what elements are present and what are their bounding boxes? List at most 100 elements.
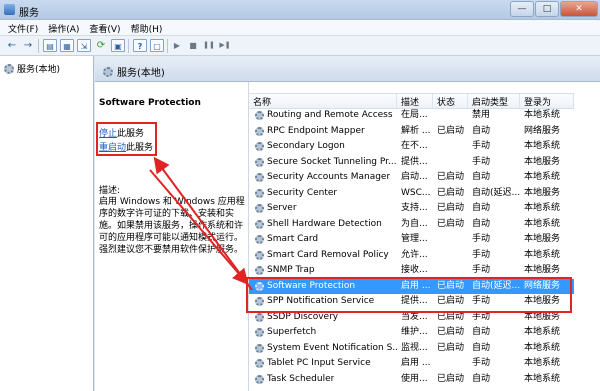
- table-row[interactable]: Routing and Remote Access 在局... 禁用 本地系统: [249, 108, 574, 124]
- stop-service-action: 停止此服务: [99, 126, 144, 139]
- show-console-tree-icon[interactable]: ▤: [43, 39, 57, 52]
- table-row[interactable]: Task Scheduler 使用... 已启动 自动 本地系统: [249, 372, 574, 388]
- pause-service-icon[interactable]: ❚❚: [202, 39, 216, 52]
- toolbar-separator: [167, 39, 168, 53]
- gear-icon: [255, 281, 264, 291]
- table-cell-status: [433, 232, 468, 248]
- service-name: Secure Socket Tunneling Pr...: [267, 156, 397, 167]
- service-name: Security Accounts Manager: [267, 172, 391, 182]
- table-cell-status: [433, 263, 468, 279]
- close-button[interactable]: ✕: [560, 1, 598, 17]
- table-cell-startup: 自动(延迟...: [472, 187, 520, 198]
- menu-bar: 文件(F) 操作(A) 查看(V) 帮助(H): [0, 20, 600, 36]
- table-row[interactable]: Security Accounts Manager 启动... 已启动 自动 本地系统: [249, 170, 574, 186]
- table-row[interactable]: Software Protection 启用 ... 已启动 自动(延迟... 网络服务: [249, 278, 574, 294]
- table-cell-logon: 本地系统: [524, 141, 561, 151]
- table-row[interactable]: Secure Socket Tunneling Pr... 提供... 手动 本地服务: [249, 155, 574, 171]
- service-name: Security Center: [267, 187, 338, 198]
- column-header: 名称 描述 状态 启动类型 登录为: [249, 93, 574, 109]
- stop-service-icon[interactable]: ■: [186, 39, 200, 52]
- table-cell-desc: 解析 ...: [401, 125, 431, 136]
- table-row[interactable]: Superfetch 维护... 已启动 自动 本地系统: [249, 325, 574, 341]
- gear-icon: [255, 328, 264, 338]
- properties-list-icon[interactable]: ▦: [60, 39, 74, 52]
- export-list-icon[interactable]: ⇲: [77, 39, 91, 52]
- refresh-icon[interactable]: ⟳: [94, 39, 108, 52]
- table-cell-startup: 禁用: [472, 110, 491, 120]
- gear-icon: [255, 250, 264, 260]
- table-row[interactable]: SSDP Discovery 当发... 已启动 手动 本地服务: [249, 310, 574, 326]
- window-controls: — □ ✕: [510, 1, 598, 17]
- back-arrow-icon[interactable]: ←: [5, 39, 19, 52]
- gear-icon: [255, 374, 264, 384]
- console-icon[interactable]: ▢: [150, 39, 164, 52]
- table-cell-startup: 自动: [472, 218, 491, 229]
- table-cell-desc: 当发...: [401, 311, 428, 322]
- pane-header: 服务(本地): [95, 56, 600, 82]
- table-cell-startup: 手动: [472, 249, 491, 260]
- table-cell-name: Smart Card: [249, 232, 397, 248]
- table-row[interactable]: Tablet PC Input Service 启用 ... 手动 本地系统: [249, 356, 574, 372]
- help-icon[interactable]: ?: [133, 39, 147, 52]
- menu-action[interactable]: 操作(A): [43, 20, 84, 35]
- table-row[interactable]: Smart Card 管理... 手动 本地服务: [249, 232, 574, 248]
- service-name: Tablet PC Input Service: [267, 358, 371, 368]
- start-service-icon[interactable]: ▶: [170, 39, 184, 52]
- table-cell-status: 已启动: [437, 125, 465, 136]
- service-name: Smart Card: [267, 234, 319, 244]
- table-row[interactable]: System Event Notification S... 监视... 已启动 自动…: [249, 341, 574, 357]
- minimize-button[interactable]: —: [510, 1, 534, 17]
- table-cell-logon: 本地系统: [524, 172, 561, 182]
- restart-service-icon[interactable]: ▶❚: [218, 39, 232, 52]
- table-row[interactable]: SNMP Trap 接收... 手动 本地服务: [249, 263, 574, 279]
- tree-item-services-local[interactable]: 服务(本地): [4, 62, 60, 75]
- window-title: 服务: [19, 8, 39, 19]
- description-pane: Software Protection 停止此服务 重启动此服务 描述: 启用 …: [95, 82, 248, 391]
- table-cell-name: Superfetch: [249, 325, 397, 341]
- table-cell-status: [433, 248, 468, 264]
- table-cell-startup: 自动: [472, 342, 491, 353]
- column-startup-type[interactable]: 启动类型: [468, 94, 520, 108]
- table-row[interactable]: Secondary Logon 在不... 手动 本地系统: [249, 139, 574, 155]
- maximize-button[interactable]: □: [535, 1, 559, 17]
- table-row[interactable]: SPP Notification Service 提供... 已启动 手动 本地服务: [249, 294, 574, 310]
- table-row[interactable]: Shell Hardware Detection 为自... 已启动 自动 本地系统: [249, 217, 574, 233]
- table-cell-logon: 本地系统: [524, 249, 561, 260]
- column-status[interactable]: 状态: [433, 94, 468, 108]
- table-row[interactable]: Security Center WSC... 已启动 自动(延迟... 本地服务: [249, 186, 574, 202]
- table-cell-startup: 手动: [472, 296, 491, 306]
- gear-icon: [255, 235, 264, 245]
- table-cell-status: 已启动: [437, 172, 465, 182]
- forward-arrow-icon[interactable]: →: [21, 39, 35, 52]
- table-cell-startup: 手动: [472, 141, 491, 151]
- gear-icon: [255, 111, 264, 121]
- table-cell-status: [433, 108, 468, 124]
- properties-icon[interactable]: ▣: [111, 39, 125, 52]
- table-cell-name: SPP Notification Service: [249, 294, 397, 310]
- menu-file[interactable]: 文件(F): [0, 20, 43, 35]
- table-cell-desc: 为自...: [401, 218, 428, 229]
- table-cell-startup: 手动: [472, 234, 491, 244]
- selected-service-name: Software Protection: [99, 98, 201, 108]
- table-row[interactable]: RPC Endpoint Mapper 解析 ... 已启动 自动 网络服务: [249, 124, 574, 140]
- table-cell-desc: 允许...: [401, 249, 428, 260]
- table-cell-logon: 本地服务: [524, 311, 561, 322]
- services-app-icon: [4, 4, 15, 15]
- table-cell-name: SSDP Discovery: [249, 310, 397, 326]
- table-cell-name: Secure Socket Tunneling Pr...: [249, 155, 397, 171]
- console-tree: 服务(本地): [0, 56, 94, 391]
- stop-service-link[interactable]: 停止: [99, 129, 117, 139]
- menu-help[interactable]: 帮助(H): [126, 20, 168, 35]
- restart-service-link[interactable]: 重启动: [99, 143, 126, 153]
- column-description[interactable]: 描述: [397, 94, 433, 108]
- gear-icon: [255, 312, 264, 322]
- table-cell-name: Security Accounts Manager: [249, 170, 397, 186]
- table-cell-name: Smart Card Removal Policy: [249, 248, 397, 264]
- column-log-on-as[interactable]: 登录为: [520, 94, 574, 108]
- description-text: 启用 Windows 和 Windows 应用程序的数字许可证的下载、安装和实施…: [99, 197, 245, 255]
- table-row[interactable]: Server 支持... 已启动 自动 本地系统: [249, 201, 574, 217]
- column-name[interactable]: 名称: [249, 94, 397, 108]
- table-cell-startup: 自动: [472, 373, 491, 384]
- menu-view[interactable]: 查看(V): [84, 20, 125, 35]
- table-row[interactable]: Smart Card Removal Policy 允许... 手动 本地系统: [249, 248, 574, 264]
